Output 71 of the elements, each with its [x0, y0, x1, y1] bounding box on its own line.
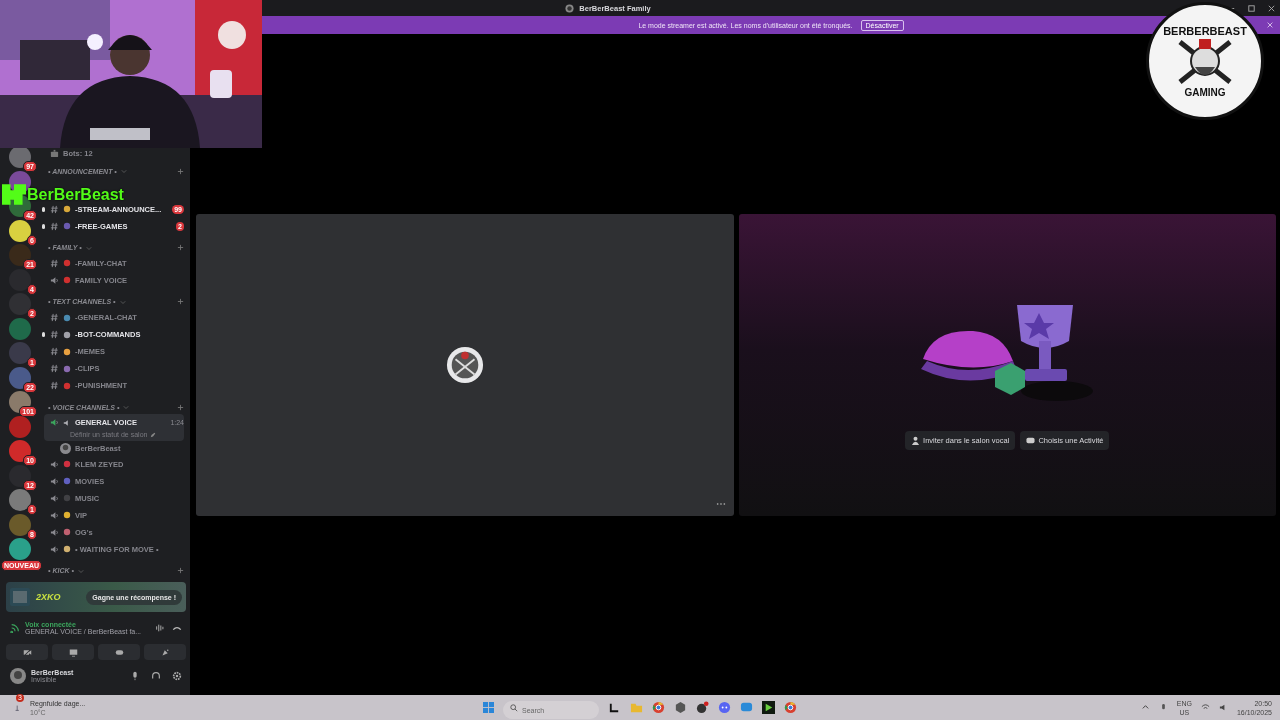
- hash-icon: [50, 221, 59, 231]
- hash-icon: [50, 204, 59, 214]
- play-icon[interactable]: [762, 701, 775, 714]
- chevron-icon: [119, 299, 126, 305]
- settings-icon[interactable]: [172, 671, 182, 681]
- video-tile[interactable]: [196, 213, 734, 516]
- k-logo-icon: [2, 184, 26, 205]
- chat-app-icon[interactable]: [718, 701, 731, 714]
- speaker-icon: [50, 476, 59, 486]
- party-popper-icon: [160, 647, 170, 657]
- signal-icon: [10, 623, 20, 633]
- screen-share-button[interactable]: [52, 644, 94, 660]
- server-icon[interactable]: [9, 538, 31, 560]
- speaker-icon: [50, 510, 59, 520]
- hash-icon: [50, 313, 59, 323]
- hash-icon: [50, 381, 59, 391]
- waveform-icon[interactable]: [155, 623, 165, 633]
- browser-icon[interactable]: [652, 701, 665, 714]
- speaker-icon: [63, 418, 71, 427]
- chevron-up-icon[interactable]: [1140, 703, 1150, 712]
- speaker-icon: [50, 418, 59, 428]
- chevron-icon: [123, 404, 130, 411]
- camera-button[interactable]: [6, 644, 48, 660]
- add-channel-icon[interactable]: [177, 403, 184, 411]
- avatar-icon: [60, 443, 71, 455]
- logo-subtitle: GAMING: [1184, 86, 1226, 98]
- hash-icon: [50, 330, 59, 340]
- game-art-icon: [10, 588, 30, 606]
- app-icon[interactable]: [608, 701, 621, 714]
- add-channel-icon[interactable]: [177, 567, 184, 575]
- add-channel-icon[interactable]: [177, 167, 184, 175]
- speaker-icon: [50, 544, 59, 554]
- activities-button[interactable]: [98, 644, 140, 660]
- camera-off-icon: [22, 647, 32, 657]
- app-icon[interactable]: [696, 701, 709, 714]
- microphone-icon[interactable]: [130, 671, 140, 681]
- wifi-icon[interactable]: [1200, 703, 1210, 712]
- search-icon: [510, 703, 518, 712]
- server-icon: [565, 3, 575, 13]
- chevron-icon: [77, 567, 84, 574]
- emblem-icon: [445, 345, 484, 384]
- chat-bubble-icon[interactable]: [740, 701, 753, 714]
- monitor-icon: [68, 647, 78, 657]
- pencil-icon[interactable]: [150, 431, 157, 438]
- hash-icon: [50, 347, 59, 357]
- add-channel-icon[interactable]: [177, 298, 184, 306]
- avatar-icon[interactable]: [10, 668, 26, 684]
- person-icon: [911, 436, 921, 445]
- browser-icon[interactable]: [784, 701, 797, 714]
- logo-title: BERBERBEAST: [1163, 24, 1247, 37]
- game-logo: 2XKO: [36, 592, 61, 602]
- chevron-icon: [120, 168, 127, 175]
- add-channel-icon[interactable]: [177, 244, 184, 252]
- more-icon[interactable]: [715, 501, 726, 506]
- chevron-icon: [85, 244, 92, 251]
- speaker-icon: [50, 527, 59, 537]
- streamer-name: BerBerBeast: [27, 185, 124, 205]
- gamepad-icon: [114, 647, 124, 657]
- hash-icon: [50, 364, 59, 374]
- server-icon[interactable]: [9, 219, 31, 242]
- speaker-icon: [50, 459, 59, 469]
- start-icon[interactable]: [483, 702, 494, 713]
- cube-icon[interactable]: [674, 701, 687, 714]
- speaker-icon: [50, 275, 59, 285]
- gamepad-icon: [1026, 436, 1036, 445]
- close-icon[interactable]: [1267, 3, 1276, 13]
- robot-icon: [50, 148, 59, 158]
- hash-icon: [50, 258, 59, 268]
- speaker-icon: [50, 493, 59, 503]
- maximize-icon[interactable]: [1247, 3, 1256, 13]
- headphones-icon[interactable]: [151, 671, 161, 681]
